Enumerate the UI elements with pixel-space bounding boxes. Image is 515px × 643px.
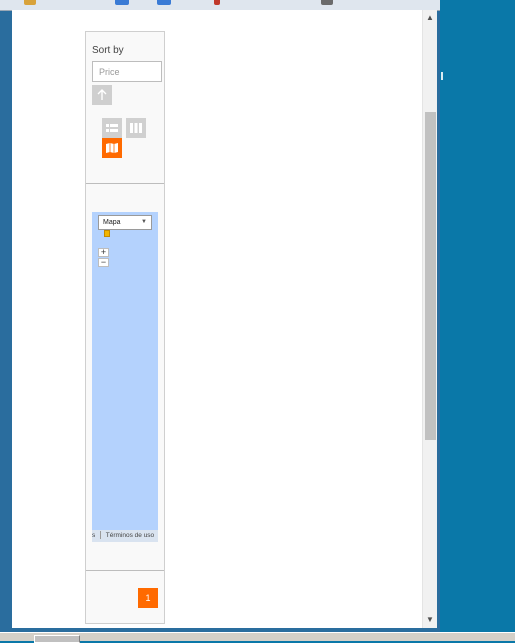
pagination-page-button[interactable]: 1 (138, 588, 158, 608)
sort-direction-button[interactable] (92, 85, 112, 105)
desktop-mark (441, 72, 443, 80)
toolbar-icon[interactable] (24, 0, 36, 5)
section-divider (86, 570, 164, 571)
map-view-icon (106, 143, 118, 153)
arrow-up-icon (97, 89, 107, 100)
section-divider (86, 183, 164, 184)
toolbar-icon[interactable] (115, 0, 129, 5)
map-footer-separator (100, 531, 102, 540)
scrollbar-thumb[interactable] (425, 112, 436, 440)
sort-by-label: Sort by (92, 45, 124, 56)
vertical-scrollbar[interactable]: ▲ ▼ (422, 10, 437, 628)
map-pin-icon[interactable] (104, 230, 110, 237)
page-content: Sort by Price Mapa ▼ + − s Términos de u… (12, 10, 437, 628)
sort-field-input[interactable] (92, 61, 162, 82)
map-type-select[interactable]: Mapa ▼ (98, 215, 152, 230)
grid-view-button[interactable] (126, 118, 146, 138)
zoom-in-button[interactable]: + (98, 248, 109, 257)
map-view-button[interactable] (102, 138, 122, 158)
list-view-button[interactable] (102, 118, 122, 138)
map-area[interactable]: Mapa ▼ + − s Términos de uso (92, 212, 158, 542)
scroll-down-arrow-icon[interactable]: ▼ (423, 612, 437, 628)
scroll-up-arrow-icon[interactable]: ▲ (423, 10, 437, 26)
browser-window: Sort by Price Mapa ▼ + − s Términos de u… (0, 0, 440, 632)
toolbar-icon[interactable] (214, 0, 220, 5)
toolbar-icon[interactable] (157, 0, 171, 5)
grid-view-icon (130, 123, 142, 133)
toolbar-icon[interactable] (321, 0, 333, 5)
chevron-down-icon: ▼ (141, 219, 147, 225)
map-footer-cut-text: s (92, 532, 96, 539)
map-footer: s Términos de uso (92, 530, 158, 542)
zoom-out-button[interactable]: − (98, 258, 109, 267)
terms-of-use-link[interactable]: Términos de uso (106, 532, 154, 539)
list-view-icon (106, 124, 118, 132)
filter-panel: Sort by Price Mapa ▼ + − s Términos de u… (85, 31, 165, 624)
map-type-value: Mapa (103, 219, 121, 226)
taskbar-button[interactable] (34, 635, 80, 643)
